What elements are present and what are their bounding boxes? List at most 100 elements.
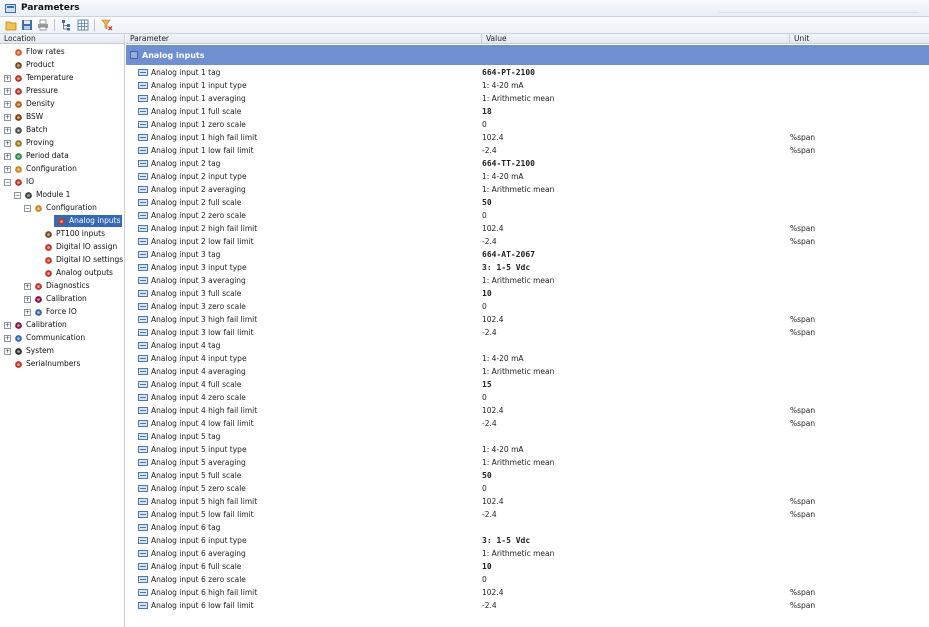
tree-expander-icon[interactable]: + [24, 308, 31, 316]
parameter-value[interactable]: 1: Arithmetic mean [482, 92, 554, 105]
parameter-row[interactable]: Analog input 1 averaging 1: Arithmetic me… [126, 92, 929, 105]
tree-item[interactable]: + Calibration [24, 293, 87, 305]
group-collapse-icon[interactable] [130, 51, 138, 59]
grid-icon[interactable] [76, 19, 89, 32]
parameter-row[interactable]: Analog input 3 averaging 1: Arithmetic me… [126, 274, 929, 287]
parameter-row[interactable]: Analog input 5 averaging 1: Arithmetic me… [126, 456, 929, 469]
parameter-row[interactable]: Analog input 5 zero scale 0 [126, 482, 929, 495]
parameter-value[interactable]: 1: Arithmetic mean [482, 456, 554, 469]
parameter-row[interactable]: Analog input 3 high fail limit 102.4 %span [126, 313, 929, 326]
parameter-value[interactable]: 1: 4-20 mA [482, 352, 524, 365]
parameter-row[interactable]: Analog input 1 high fail limit 102.4 %span [126, 131, 929, 144]
parameter-value[interactable]: 1: 4-20 mA [482, 443, 524, 456]
tree-item[interactable]: Serialnumbers [4, 358, 80, 370]
tree-item[interactable]: + Pressure [4, 85, 58, 97]
tree-item[interactable]: − IO [4, 176, 34, 188]
tree-expander-icon[interactable]: + [4, 100, 11, 108]
tree-expander-icon[interactable]: + [4, 165, 11, 173]
parameter-row[interactable]: Analog input 4 low fail limit -2.4 %span [126, 417, 929, 430]
tree-expander-icon[interactable]: + [4, 152, 11, 160]
parameter-row[interactable]: Analog input 3 zero scale 0 [126, 300, 929, 313]
parameter-value[interactable]: 18 [482, 105, 492, 118]
parameter-value[interactable]: -2.4 [482, 417, 497, 430]
tree-item[interactable]: + Force IO [24, 306, 77, 318]
parameter-value[interactable]: 664-AT-2067 [482, 248, 535, 261]
parameter-value[interactable]: 3: 1-5 Vdc [482, 261, 530, 274]
parameter-value[interactable]: 0 [482, 209, 487, 222]
parameter-value[interactable]: 102.4 [482, 495, 503, 508]
tree-expander-icon[interactable]: + [4, 139, 11, 147]
tree-expander-icon[interactable]: + [24, 295, 31, 303]
parameter-row[interactable]: Analog input 4 input type 1: 4-20 mA [126, 352, 929, 365]
tree-expander-icon[interactable]: + [4, 347, 11, 355]
parameter-row[interactable]: Analog input 1 zero scale 0 [126, 118, 929, 131]
parameter-row[interactable]: Analog input 3 full scale 10 [126, 287, 929, 300]
tree-item[interactable]: PT100 inputs [34, 228, 105, 240]
tree-item[interactable]: + BSW [4, 111, 43, 123]
tree-icon[interactable] [60, 19, 73, 32]
tree-expander-icon[interactable]: − [4, 178, 11, 186]
parameter-value[interactable]: 102.4 [482, 131, 503, 144]
tree-expander-icon[interactable]: + [4, 321, 11, 329]
parameter-row[interactable]: Analog input 6 zero scale 0 [126, 573, 929, 586]
parameter-row[interactable]: Analog input 2 full scale 50 [126, 196, 929, 209]
parameter-row[interactable]: Analog input 1 full scale 18 [126, 105, 929, 118]
parameter-value[interactable]: 664-TT-2100 [482, 157, 535, 170]
tree-item[interactable]: + Temperature [4, 72, 74, 84]
column-header-unit[interactable]: Unit [789, 34, 929, 44]
parameter-value[interactable]: 102.4 [482, 586, 503, 599]
tree-item[interactable]: − Configuration [24, 202, 97, 214]
parameter-row[interactable]: Analog input 6 tag [126, 521, 929, 534]
tree-item[interactable]: + Density [4, 98, 55, 110]
parameter-row[interactable]: Analog input 6 averaging 1: Arithmetic me… [126, 547, 929, 560]
parameter-row[interactable]: Analog input 2 tag 664-TT-2100 [126, 157, 929, 170]
tree-item[interactable]: Product [4, 59, 54, 71]
parameter-row[interactable]: Analog input 5 input type 1: 4-20 mA [126, 443, 929, 456]
tree-item[interactable]: + Proving [4, 137, 54, 149]
tree-item[interactable]: + System [4, 345, 54, 357]
parameter-row[interactable]: Analog input 6 full scale 10 [126, 560, 929, 573]
parameter-value[interactable]: -2.4 [482, 144, 497, 157]
tree-item[interactable]: + Diagnostics [24, 280, 90, 292]
parameter-row[interactable]: Analog input 2 zero scale 0 [126, 209, 929, 222]
parameter-row[interactable]: Analog input 5 tag [126, 430, 929, 443]
tree-item[interactable]: + Calibration [4, 319, 67, 331]
parameter-value[interactable]: -2.4 [482, 599, 497, 612]
tree-item[interactable]: + Batch [4, 124, 48, 136]
tree-expander-icon[interactable]: + [4, 113, 11, 121]
parameter-value[interactable]: 102.4 [482, 313, 503, 326]
parameter-value[interactable]: 10 [482, 560, 492, 573]
parameter-row[interactable]: Analog input 4 averaging 1: Arithmetic me… [126, 365, 929, 378]
parameter-row[interactable]: Analog input 5 high fail limit 102.4 %span [126, 495, 929, 508]
tree-item[interactable]: Analog inputs [54, 215, 122, 227]
parameter-value[interactable]: 0 [482, 118, 487, 131]
parameter-row[interactable]: Analog input 3 tag 664-AT-2067 [126, 248, 929, 261]
parameter-value[interactable]: -2.4 [482, 235, 497, 248]
parameter-value[interactable]: 0 [482, 300, 487, 313]
parameter-value[interactable]: -2.4 [482, 326, 497, 339]
parameter-value[interactable]: 50 [482, 469, 492, 482]
parameter-value[interactable]: 0 [482, 573, 487, 586]
tree-item[interactable]: + Communication [4, 332, 85, 344]
parameter-value[interactable]: 1: 4-20 mA [482, 79, 524, 92]
parameter-row[interactable]: Analog input 4 tag [126, 339, 929, 352]
tree-expander-icon[interactable]: + [24, 282, 31, 290]
parameter-value[interactable]: 102.4 [482, 222, 503, 235]
parameter-row[interactable]: Analog input 6 high fail limit 102.4 %span [126, 586, 929, 599]
tree-item[interactable]: Digital IO settings [34, 254, 123, 266]
parameter-row[interactable]: Analog input 2 averaging 1: Arithmetic me… [126, 183, 929, 196]
tree-expander-icon[interactable]: + [4, 87, 11, 95]
parameter-value[interactable]: 664-PT-2100 [482, 66, 535, 79]
parameter-value[interactable]: 1: Arithmetic mean [482, 547, 554, 560]
parameter-row[interactable]: Analog input 3 low fail limit -2.4 %span [126, 326, 929, 339]
tree-expander-icon[interactable]: − [24, 204, 31, 212]
parameter-row[interactable]: Analog input 2 high fail limit 102.4 %span [126, 222, 929, 235]
parameter-row[interactable]: Analog input 2 low fail limit -2.4 %span [126, 235, 929, 248]
parameter-row[interactable]: Analog input 4 high fail limit 102.4 %span [126, 404, 929, 417]
column-header-parameter[interactable]: Parameter [126, 34, 481, 44]
tree-item[interactable]: + Configuration [4, 163, 77, 175]
tree-expander-icon[interactable]: + [4, 334, 11, 342]
tree-expander-icon[interactable]: + [4, 74, 11, 82]
column-header-value[interactable]: Value [481, 34, 789, 44]
parameter-value[interactable]: 3: 1-5 Vdc [482, 534, 530, 547]
